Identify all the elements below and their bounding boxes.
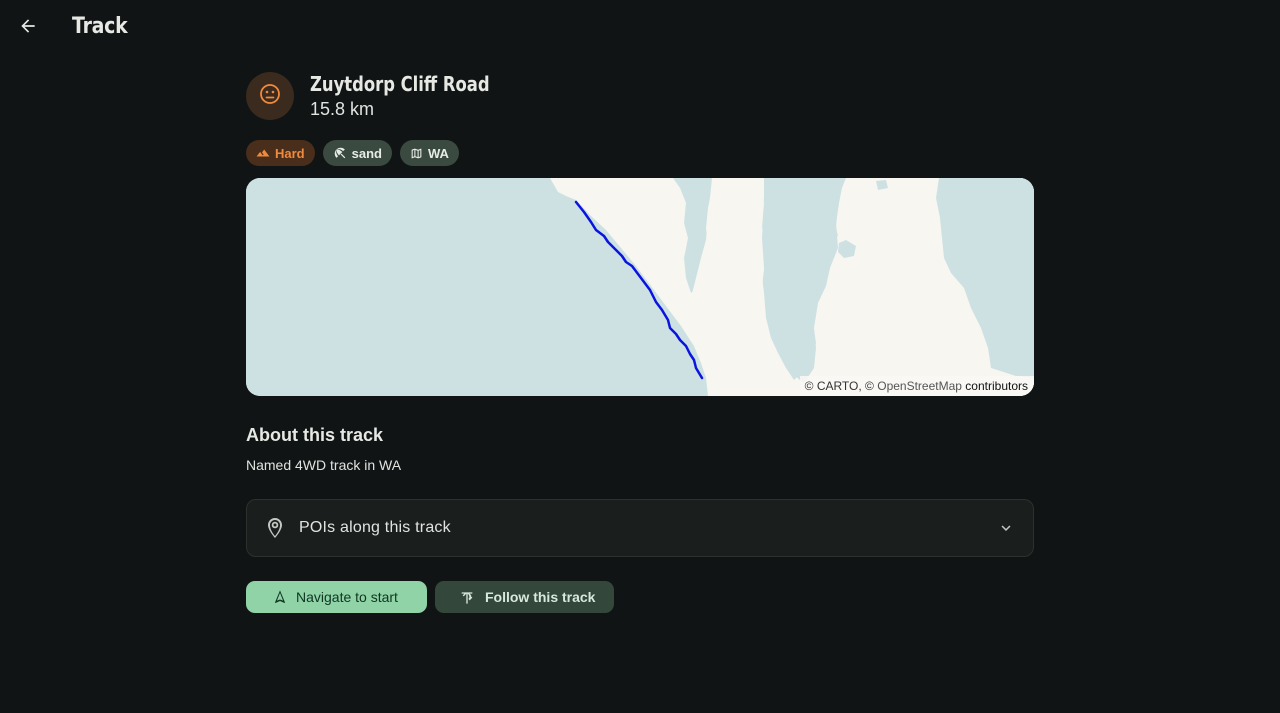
navigate-to-start-button[interactable]: Navigate to start [246, 581, 427, 613]
surface-chip[interactable]: sand [322, 140, 392, 166]
neutral-face-icon [258, 82, 282, 111]
map-tiles [246, 178, 1034, 396]
attribution-contributors: contributors [965, 379, 1028, 393]
track-actions: Navigate to start Follow this track [246, 581, 1034, 613]
follow-label: Follow this track [485, 589, 596, 605]
chevron-down-icon [997, 519, 1015, 537]
track-detail: Zuytdorp Cliff Road 15.8 km Hard sand WA [246, 72, 1034, 613]
terrain-icon [256, 146, 270, 160]
back-button[interactable] [8, 8, 48, 48]
poi-label: POIs along this track [299, 519, 451, 536]
about-title: About this track [246, 425, 384, 445]
difficulty-chip[interactable]: Hard [246, 140, 315, 166]
track-header: Zuytdorp Cliff Road 15.8 km [246, 72, 1034, 120]
fork-route-icon [459, 589, 475, 605]
navigate-label: Navigate to start [296, 589, 398, 605]
follow-track-button[interactable]: Follow this track [435, 581, 614, 613]
navigation-arrow-icon [272, 589, 288, 605]
page-title: Track [72, 14, 128, 39]
map-icon [410, 147, 423, 160]
state-chip[interactable]: WA [399, 140, 459, 166]
track-tags: Hard sand WA [246, 140, 1034, 166]
arrow-back-icon [18, 16, 38, 41]
track-name: Zuytdorp Cliff Road [310, 72, 490, 96]
attribution-prefix: © CARTO, © [804, 379, 878, 393]
beach-umbrella-icon [333, 146, 347, 160]
difficulty-label: Hard [275, 145, 305, 161]
track-distance: 15.8 km [310, 99, 375, 119]
surface-label: sand [351, 145, 382, 161]
poi-expander[interactable]: POIs along this track [246, 499, 1034, 557]
about-description: Named 4WD track in WA [246, 457, 402, 473]
track-map[interactable]: © CARTO, © OpenStreetMap contributors [246, 178, 1034, 396]
top-app-bar: Track [0, 0, 1280, 58]
osm-link[interactable]: OpenStreetMap [877, 379, 962, 393]
state-label: WA [427, 145, 449, 161]
track-avatar [246, 72, 294, 120]
map-attribution: © CARTO, © OpenStreetMap contributors [799, 376, 1034, 396]
location-pin-icon [263, 516, 287, 540]
